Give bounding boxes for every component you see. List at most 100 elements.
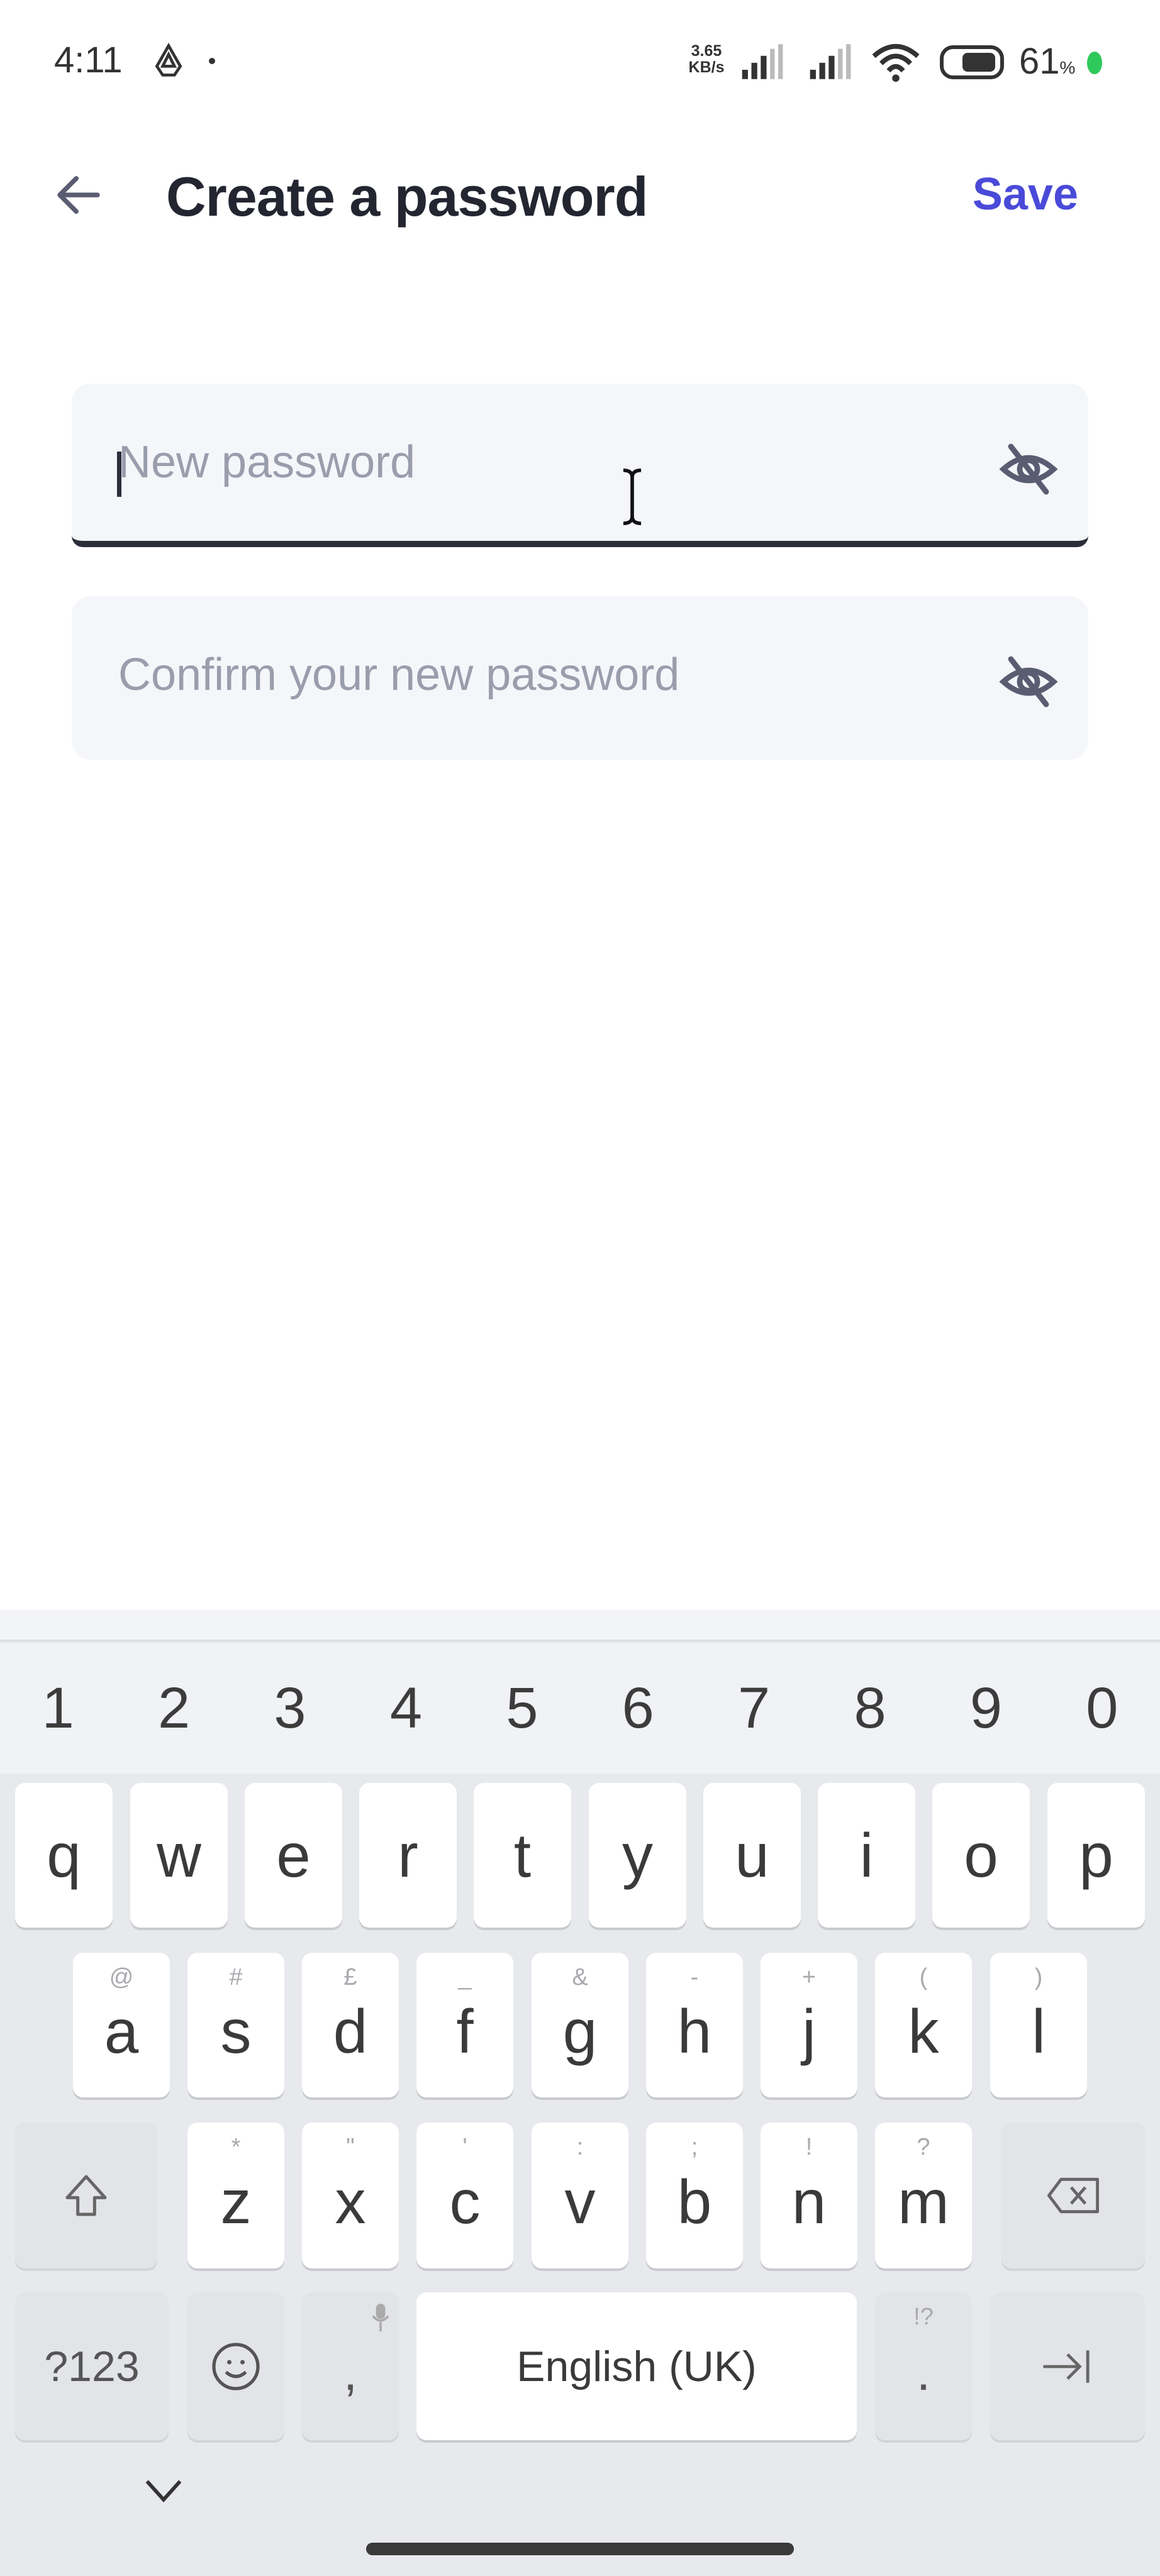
shift-key[interactable] bbox=[15, 2123, 157, 2268]
save-button[interactable]: Save bbox=[973, 169, 1078, 220]
number-row: 1 2 3 4 5 6 7 8 9 0 bbox=[0, 1643, 1160, 1774]
toggle-confirm-password-visibility[interactable] bbox=[994, 650, 1063, 713]
key-5[interactable]: 5 bbox=[464, 1643, 580, 1774]
key-w[interactable]: w bbox=[130, 1783, 228, 1928]
key-0[interactable]: 0 bbox=[1044, 1643, 1160, 1774]
status-bar: 4:11 3.65 KB/s 61% bbox=[0, 0, 1160, 126]
confirm-password-input[interactable] bbox=[118, 634, 936, 716]
key-label: p bbox=[1079, 1820, 1113, 1890]
space-key[interactable]: English (UK) bbox=[416, 2292, 857, 2440]
key-u[interactable]: u bbox=[703, 1783, 801, 1928]
backspace-key[interactable] bbox=[1001, 2123, 1145, 2268]
key-h[interactable]: -h bbox=[646, 1953, 743, 2097]
confirm-password-field[interactable] bbox=[72, 596, 1088, 760]
key-label: i bbox=[859, 1820, 874, 1890]
key-x[interactable]: " x bbox=[302, 2123, 399, 2268]
battery-percent-unit: % bbox=[1059, 58, 1076, 77]
wifi-icon bbox=[872, 43, 920, 82]
back-button[interactable] bbox=[44, 164, 113, 226]
new-password-field[interactable] bbox=[72, 384, 1088, 547]
key-label: l bbox=[1032, 1996, 1046, 2066]
key-hint: " bbox=[346, 2134, 355, 2160]
key-label: , bbox=[343, 2344, 358, 2401]
key-label: m bbox=[898, 2167, 949, 2236]
key-hint: # bbox=[229, 1964, 243, 1990]
key-y[interactable]: y bbox=[589, 1783, 686, 1928]
key-6[interactable]: 6 bbox=[580, 1643, 696, 1774]
symbols-key[interactable]: ?123 bbox=[15, 2292, 169, 2440]
key-hint: - bbox=[690, 1964, 699, 1990]
keyboard-toolbar bbox=[0, 1610, 1160, 1641]
key-c[interactable]: ' c bbox=[416, 2123, 513, 2268]
key-label: a bbox=[104, 1996, 139, 2066]
eye-off-icon bbox=[999, 443, 1058, 495]
battery-icon bbox=[940, 45, 1004, 79]
key-d[interactable]: £ d bbox=[302, 1953, 399, 2097]
home-indicator[interactable] bbox=[366, 2543, 794, 2555]
key-n[interactable]: ! n bbox=[761, 2123, 857, 2268]
key-v[interactable]: :v bbox=[532, 2123, 628, 2268]
key-k[interactable]: (k bbox=[875, 1953, 972, 2097]
key-8[interactable]: 8 bbox=[812, 1643, 928, 1774]
key-z[interactable]: * z bbox=[187, 2123, 284, 2268]
key-r[interactable]: r bbox=[359, 1783, 457, 1928]
key-hint: : bbox=[576, 2134, 584, 2160]
key-o[interactable]: o bbox=[932, 1783, 1030, 1928]
key-label: r bbox=[398, 1820, 418, 1890]
key-i[interactable]: i bbox=[818, 1783, 915, 1928]
key-l[interactable]: ) l bbox=[990, 1953, 1087, 2097]
signal-icon bbox=[810, 44, 851, 79]
key-b[interactable]: ; b bbox=[646, 2123, 743, 2268]
next-key[interactable] bbox=[990, 2292, 1145, 2440]
key-hint: _ bbox=[458, 1964, 472, 1990]
key-hint: ; bbox=[691, 2134, 698, 2160]
key-hint: & bbox=[572, 1964, 588, 1990]
microphone-icon bbox=[372, 2304, 389, 2331]
key-label: d bbox=[333, 1996, 368, 2066]
key-j[interactable]: + j bbox=[761, 1953, 857, 2097]
key-a[interactable]: @ a bbox=[73, 1953, 170, 2097]
backspace-icon bbox=[1047, 2177, 1099, 2214]
key-label: g bbox=[562, 1996, 598, 2066]
key-hint: ' bbox=[462, 2134, 467, 2160]
battery-percent: 61% bbox=[1019, 40, 1075, 82]
key-s[interactable]: # s bbox=[187, 1953, 284, 2097]
key-g[interactable]: & g bbox=[532, 1953, 628, 2097]
key-label: x bbox=[335, 2167, 366, 2236]
toggle-new-password-visibility[interactable] bbox=[994, 438, 1063, 501]
key-label: y bbox=[622, 1820, 653, 1890]
period-key[interactable]: !? . bbox=[875, 2292, 972, 2440]
status-time: 4:11 bbox=[54, 40, 123, 80]
key-e[interactable]: e bbox=[245, 1783, 342, 1928]
key-label: v bbox=[564, 2167, 596, 2236]
key-label: t bbox=[513, 1820, 532, 1890]
key-q[interactable]: q bbox=[15, 1783, 113, 1928]
key-hint: * bbox=[231, 2134, 241, 2160]
key-m[interactable]: ? m bbox=[875, 2123, 972, 2268]
key-t[interactable]: t bbox=[474, 1783, 571, 1928]
key-label: s bbox=[220, 1996, 252, 2066]
key-f[interactable]: _ f bbox=[416, 1953, 513, 2097]
key-hint: ( bbox=[919, 1964, 928, 1990]
drive-icon bbox=[155, 43, 182, 77]
emoji-icon bbox=[212, 2342, 260, 2390]
key-9[interactable]: 9 bbox=[928, 1643, 1044, 1774]
text-cursor-icon bbox=[623, 469, 642, 525]
key-label: English (UK) bbox=[516, 2342, 757, 2390]
key-4[interactable]: 4 bbox=[348, 1643, 464, 1774]
key-7[interactable]: 7 bbox=[696, 1643, 811, 1774]
key-label: u bbox=[735, 1820, 769, 1890]
key-label: e bbox=[276, 1820, 311, 1890]
arrow-left-icon bbox=[57, 176, 100, 214]
text-caret bbox=[117, 452, 121, 497]
emoji-key[interactable] bbox=[187, 2292, 284, 2440]
key-1[interactable]: 1 bbox=[0, 1643, 116, 1774]
new-password-input[interactable] bbox=[118, 421, 936, 503]
comma-key[interactable]: , bbox=[302, 2292, 399, 2440]
hide-keyboard-button[interactable] bbox=[132, 2465, 195, 2516]
network-speed: 3.65 KB/s bbox=[684, 43, 728, 75]
key-3[interactable]: 3 bbox=[232, 1643, 348, 1774]
key-p[interactable]: p bbox=[1047, 1783, 1145, 1928]
signal-icon bbox=[742, 44, 783, 79]
key-2[interactable]: 2 bbox=[116, 1643, 231, 1774]
